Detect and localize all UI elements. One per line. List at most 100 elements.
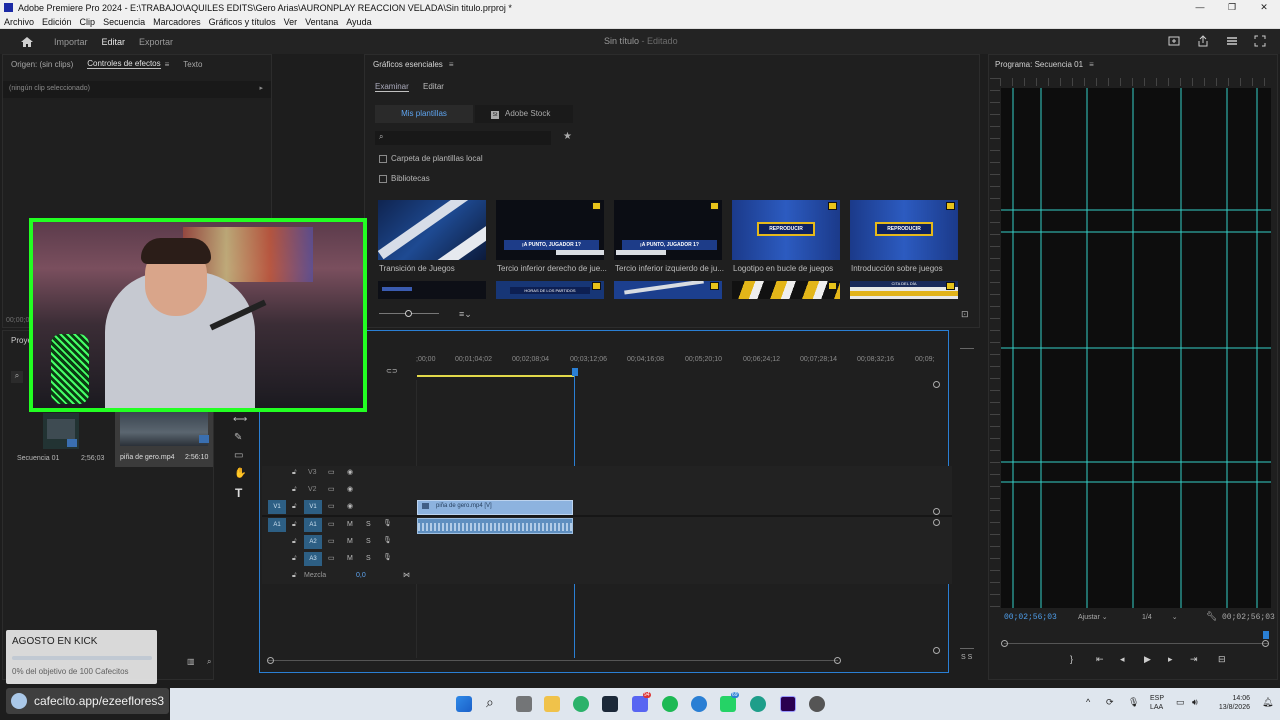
task-view-icon[interactable] xyxy=(516,696,532,712)
tray-mic-icon[interactable]: 🎙︎ xyxy=(1128,697,1139,708)
microphone-icon[interactable]: 🎙︎ xyxy=(383,519,392,527)
notifications-icon[interactable]: 🔔︎ xyxy=(1262,697,1273,708)
video-clip[interactable]: piña de gero.mp4 [V] xyxy=(417,500,573,515)
tab-text[interactable]: Texto xyxy=(183,60,202,69)
vertical-zoom-handle[interactable] xyxy=(933,381,940,388)
menu-ventana[interactable]: Ventana xyxy=(301,17,342,27)
source-patch-v1[interactable]: V1 xyxy=(268,500,286,514)
eye-icon[interactable]: ◉ xyxy=(347,485,353,493)
tray-chevron-icon[interactable]: ^ xyxy=(1086,697,1090,707)
mix-value[interactable]: 0,0 xyxy=(356,572,366,579)
program-playhead-timecode[interactable]: 00;02;56;03 xyxy=(1004,613,1057,622)
template-thumb[interactable]: ¡A PUNTO, JUGADOR 1? xyxy=(496,200,604,260)
cafecito-link-widget[interactable]: cafecito.app/ezeeflores3 xyxy=(6,688,169,714)
tab-importar[interactable]: Importar xyxy=(54,37,88,47)
rectangle-icon[interactable]: ▭ xyxy=(234,450,243,461)
expand-arrow-icon[interactable]: ▸ xyxy=(259,84,263,92)
new-layer-icon[interactable]: ⊡ xyxy=(961,309,969,320)
minimize-button[interactable]: — xyxy=(1184,0,1216,15)
tab-examinar[interactable]: Examinar xyxy=(375,82,409,92)
lock-icon[interactable]: 🔓︎ xyxy=(292,486,297,494)
vertical-zoom-handle[interactable] xyxy=(933,519,940,526)
premiere-pro-icon[interactable] xyxy=(780,696,796,712)
lock-icon[interactable]: 🔓︎ xyxy=(292,538,297,546)
panel-menu-icon[interactable]: ≡ xyxy=(1089,60,1094,69)
microphone-icon[interactable]: 🎙︎ xyxy=(383,536,392,544)
my-templates-button[interactable]: Mis plantillas xyxy=(375,105,473,123)
link-icon[interactable]: ⊂⊃ xyxy=(386,367,398,375)
resolution-dropdown[interactable]: 1/4 ⌄ xyxy=(1142,613,1178,621)
clock[interactable]: 14:06 13/8/2026 xyxy=(1206,694,1250,712)
mute-button[interactable]: M xyxy=(347,538,353,545)
track-label[interactable]: A1 xyxy=(304,518,322,532)
sync-icon[interactable]: ▭ xyxy=(328,502,335,510)
template-thumb[interactable] xyxy=(378,281,486,299)
settings-wrench-icon[interactable]: 🔧︎ xyxy=(1206,611,1217,622)
sync-icon[interactable]: ▭ xyxy=(328,554,335,562)
search-icon[interactable]: ⌕ xyxy=(207,657,211,667)
sequence-thumb[interactable] xyxy=(43,413,79,449)
export-frame-icon[interactable]: ⊟ xyxy=(1218,654,1226,665)
hand-icon[interactable]: ✋ xyxy=(234,468,246,479)
network-icon[interactable]: ▭ xyxy=(1176,697,1185,708)
menu-archivo[interactable]: Archivo xyxy=(0,17,38,27)
mute-button[interactable]: M xyxy=(347,521,353,528)
go-to-out-icon[interactable]: ⇥ xyxy=(1190,654,1198,665)
solo-meter-icon[interactable]: S S xyxy=(961,654,972,661)
source-patch-a1[interactable]: A1 xyxy=(268,518,286,532)
eye-icon[interactable]: ◉ xyxy=(347,468,353,476)
panel-menu-icon[interactable]: ≡ xyxy=(449,60,454,69)
solo-button[interactable]: S xyxy=(366,521,371,528)
workspaces-menu-icon[interactable] xyxy=(1226,35,1238,49)
menu-secuencia[interactable]: Secuencia xyxy=(99,17,149,27)
quick-export-icon[interactable] xyxy=(1168,35,1180,49)
sync-icon[interactable]: ▭ xyxy=(328,520,335,528)
menu-ayuda[interactable]: Ayuda xyxy=(342,17,375,27)
template-thumb[interactable]: ¡A PUNTO, JUGADOR 1? xyxy=(614,200,722,260)
scrubber-handle-left[interactable] xyxy=(1001,640,1008,647)
template-thumb[interactable] xyxy=(614,281,722,299)
scroll-handle-right[interactable] xyxy=(834,657,841,664)
ripple-edit-icon[interactable]: ⟷ xyxy=(233,414,247,425)
menu-edicion[interactable]: Edición xyxy=(38,17,76,27)
step-back-icon[interactable]: ◂ xyxy=(1120,654,1125,665)
panel-menu-icon[interactable]: ≡ xyxy=(165,60,170,69)
menu-clip[interactable]: Clip xyxy=(76,17,100,27)
steam-icon[interactable] xyxy=(602,696,618,712)
track-label[interactable]: A3 xyxy=(304,552,322,566)
pen-icon[interactable]: ✎ xyxy=(234,432,242,443)
menu-ver[interactable]: Ver xyxy=(280,17,302,27)
solo-button[interactable]: S xyxy=(366,538,371,545)
tab-editar[interactable]: Editar xyxy=(102,37,126,47)
play-icon[interactable]: ▶ xyxy=(1144,654,1151,665)
eye-icon[interactable]: ◉ xyxy=(347,502,353,510)
scroll-handle-left[interactable] xyxy=(267,657,274,664)
discord-icon[interactable] xyxy=(632,696,648,712)
program-playhead-handle[interactable] xyxy=(1263,631,1269,639)
tab-effect-controls[interactable]: Controles de efectos xyxy=(87,59,161,69)
clip-item[interactable]: piña de gero.mp4 2:56:10 xyxy=(115,409,213,467)
mute-button[interactable]: M xyxy=(347,555,353,562)
template-thumb[interactable]: HORAS DE LOS PARTIDOS xyxy=(496,281,604,299)
tab-editar-graphics[interactable]: Editar xyxy=(423,82,444,91)
program-scrubber[interactable] xyxy=(1004,643,1268,644)
timeline-scrollbar[interactable] xyxy=(268,660,838,661)
fullscreen-icon[interactable] xyxy=(1254,35,1266,49)
tray-sync-icon[interactable]: ⟳ xyxy=(1106,697,1114,708)
lock-icon[interactable]: 🔓︎ xyxy=(292,503,297,511)
home-icon[interactable] xyxy=(20,36,34,48)
list-view-icon[interactable]: ≡⌄ xyxy=(459,309,472,320)
close-button[interactable]: ✕ xyxy=(1248,0,1280,15)
mark-out-icon[interactable]: } xyxy=(1070,654,1073,664)
edge-icon[interactable] xyxy=(573,696,589,712)
thumbnail-size-slider[interactable] xyxy=(379,310,439,317)
menu-marcadores[interactable]: Marcadores xyxy=(149,17,205,27)
vertical-zoom-handle[interactable] xyxy=(933,647,940,654)
audio-clip[interactable] xyxy=(417,518,573,534)
lock-icon[interactable]: 🔓︎ xyxy=(292,555,297,563)
tab-source[interactable]: Origen: (sin clips) xyxy=(11,60,73,69)
file-explorer-icon[interactable] xyxy=(544,696,560,712)
sync-icon[interactable]: ▭ xyxy=(328,537,335,545)
browser-icon[interactable] xyxy=(691,696,707,712)
mix-end-icon[interactable]: ⋈ xyxy=(403,571,410,579)
